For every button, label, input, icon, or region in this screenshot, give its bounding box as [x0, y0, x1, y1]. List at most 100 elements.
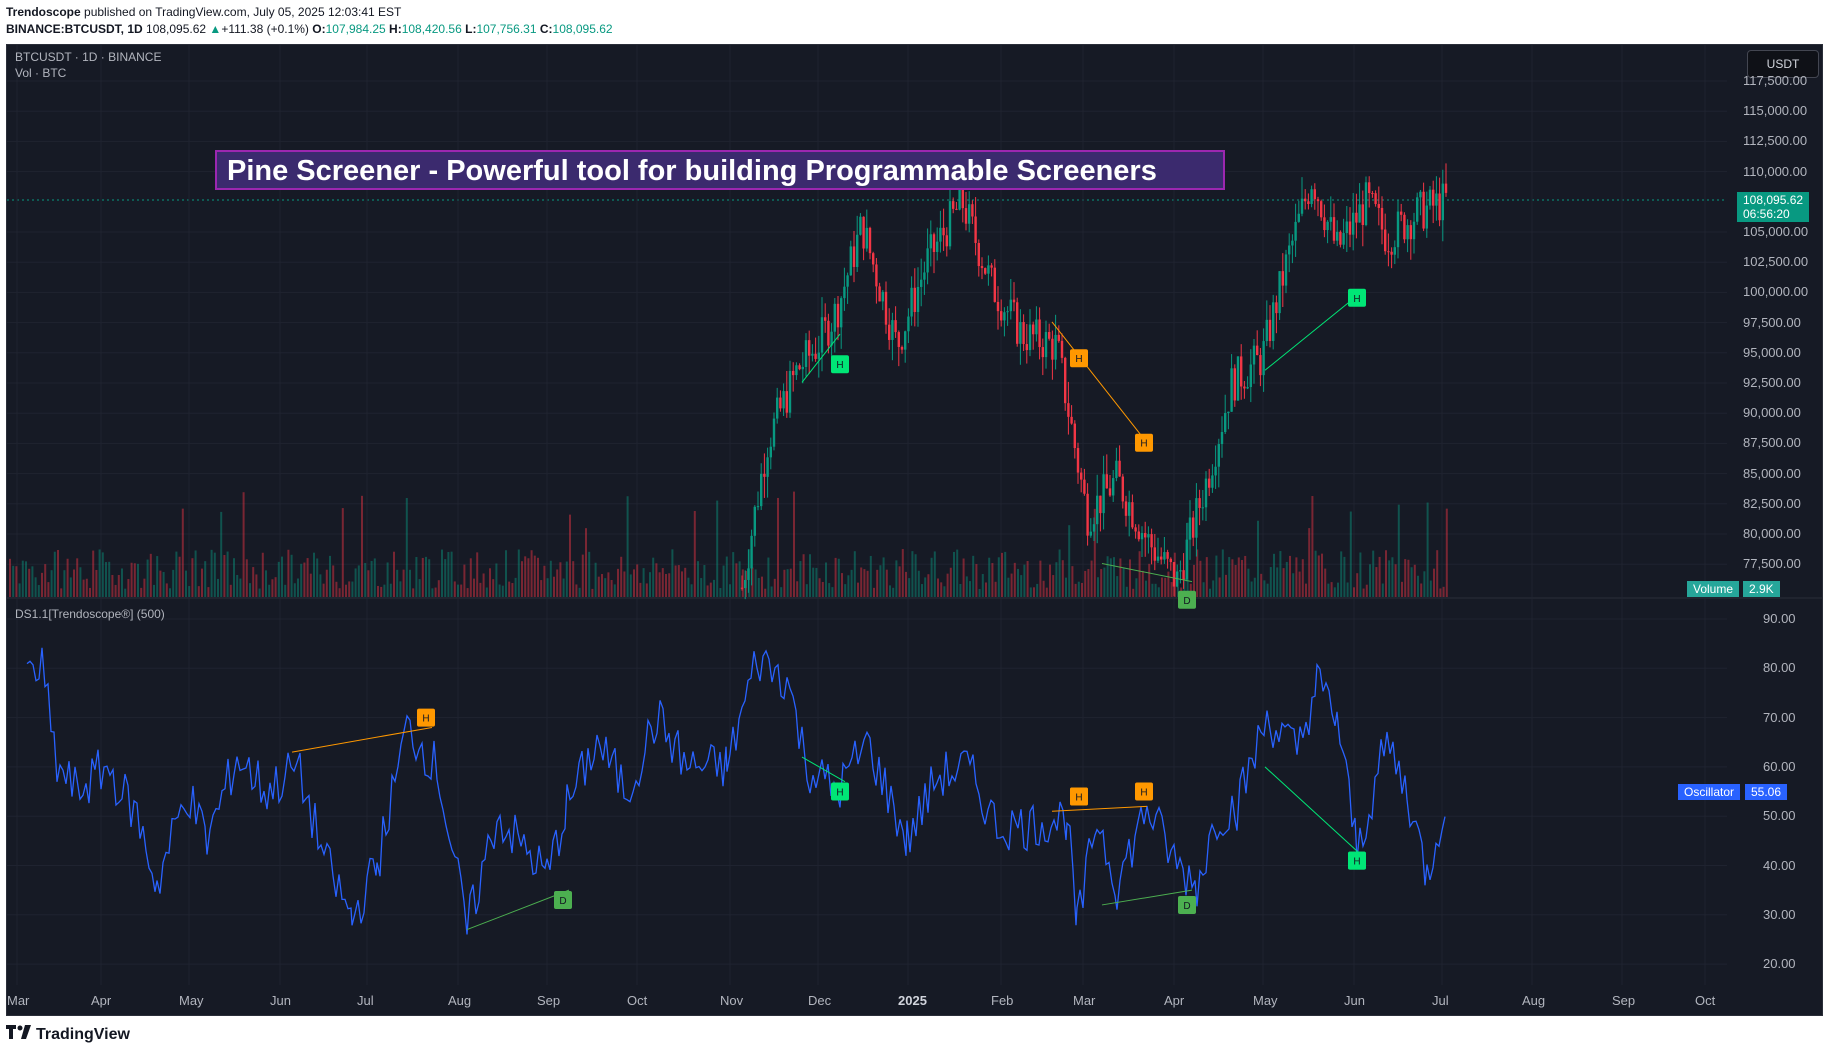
candle-body: [840, 298, 843, 328]
volume-bar: [1103, 567, 1106, 597]
up-arrow-icon: ▲: [209, 22, 222, 36]
volume-bar: [1404, 559, 1407, 597]
volume-bar: [233, 558, 235, 597]
volume-bar: [578, 587, 581, 597]
volume-bar: [895, 560, 898, 597]
volume-bar: [1257, 520, 1259, 597]
volume-bar: [47, 582, 50, 597]
volume-bar: [1218, 577, 1221, 597]
candle-body: [1086, 493, 1089, 536]
volume-bar: [780, 587, 783, 597]
volume-bar: [793, 491, 795, 597]
volume-bar: [885, 569, 888, 597]
close-label: C:: [539, 22, 553, 36]
chart-canvas[interactable]: HHHHHDHDHHHHDH: [7, 45, 1823, 1016]
volume-bar: [60, 588, 63, 597]
candle-body: [1233, 368, 1236, 401]
volume-bar: [453, 581, 456, 597]
main-legend[interactable]: BTCUSDT · 1D · BINANCE: [15, 50, 161, 64]
candle-body: [1240, 356, 1243, 387]
volume-bar: [847, 575, 850, 597]
volume-legend[interactable]: Vol · BTC: [15, 66, 66, 80]
candle-body: [990, 265, 993, 268]
volume-bar: [210, 549, 213, 597]
volume-bar: [799, 561, 802, 597]
volume-bar: [786, 569, 789, 597]
volume-bar: [962, 558, 965, 597]
candle-body: [843, 286, 846, 299]
volume-bar: [101, 552, 104, 597]
volume-bar: [1247, 568, 1250, 597]
candle-body: [747, 568, 750, 580]
volume-bar: [1359, 552, 1362, 597]
candle-body: [820, 317, 824, 353]
low-label: L:: [465, 22, 477, 36]
volume-bar: [834, 557, 837, 597]
candle-body: [1384, 229, 1387, 252]
candle-body: [920, 279, 923, 287]
chart-area[interactable]: HHHHHDHDHHHHDH BTCUSDT · 1D · BINANCE Vo…: [6, 44, 1823, 1016]
volume-bar: [626, 496, 629, 597]
volume-bar: [396, 569, 399, 597]
candle-body: [1115, 460, 1118, 479]
volume-bar: [28, 568, 31, 597]
volume-bar: [1017, 568, 1019, 597]
candle-body: [1387, 251, 1390, 253]
candle-body: [856, 234, 859, 267]
tradingview-logo[interactable]: TradingView: [6, 1025, 130, 1044]
volume-bar: [1343, 556, 1346, 597]
volume-bar: [1049, 564, 1051, 597]
volume-bar: [476, 552, 479, 597]
candle-body: [1198, 498, 1201, 508]
price-axis-label: 115,000.00: [1743, 103, 1808, 119]
volume-bar: [252, 567, 255, 597]
volume-bar: [329, 555, 331, 597]
candle-body: [817, 352, 820, 359]
volume-bar: [1241, 559, 1243, 597]
volume-bar: [735, 563, 738, 597]
author-name[interactable]: Trendoscope: [6, 5, 81, 19]
price-axis-label: 110,000.00: [1743, 163, 1808, 179]
candle-body: [1000, 311, 1003, 321]
volume-bar: [1033, 587, 1035, 597]
volume-bar: [1385, 550, 1387, 597]
candle-body: [1092, 524, 1096, 532]
candle-body: [1211, 475, 1214, 488]
candle-body: [1236, 356, 1240, 401]
volume-bar: [681, 571, 683, 597]
candle-body: [1201, 507, 1204, 509]
indicator-legend[interactable]: DS1.1[Trendoscope®] (500): [15, 607, 165, 621]
volume-bar: [303, 562, 306, 597]
publish-line: Trendoscope published on TradingView.com…: [6, 5, 401, 19]
candle-body: [795, 365, 798, 376]
volume-bar: [1410, 567, 1413, 597]
volume-bar: [783, 569, 786, 597]
volume-bar: [978, 588, 981, 597]
volume-bar: [1042, 580, 1045, 597]
candle-body: [996, 301, 1000, 312]
volume-bar: [1087, 569, 1090, 597]
volume-bar: [857, 582, 859, 597]
volume-bar: [1301, 559, 1304, 597]
volume-bar: [530, 550, 533, 597]
volume-bar: [463, 564, 466, 597]
candle-body: [1438, 193, 1441, 221]
volume-bar: [757, 577, 760, 597]
divergence-marker-label: H: [836, 360, 843, 371]
candle-body: [788, 370, 792, 413]
candle-body: [1348, 221, 1352, 235]
volume-bar: [245, 559, 248, 597]
volume-bar: [1305, 583, 1307, 597]
volume-bar: [1321, 553, 1323, 597]
candle-body: [827, 320, 830, 346]
volume-bar: [1225, 574, 1227, 597]
volume-bar: [1276, 567, 1279, 597]
volume-bar: [722, 565, 725, 597]
volume-bar: [537, 557, 539, 597]
volume-bar: [1205, 557, 1208, 597]
volume-bar: [124, 588, 127, 597]
volume-bar: [549, 560, 552, 597]
volume-bar: [361, 495, 363, 597]
candle-body: [1188, 517, 1192, 540]
candle-body: [1419, 191, 1422, 198]
